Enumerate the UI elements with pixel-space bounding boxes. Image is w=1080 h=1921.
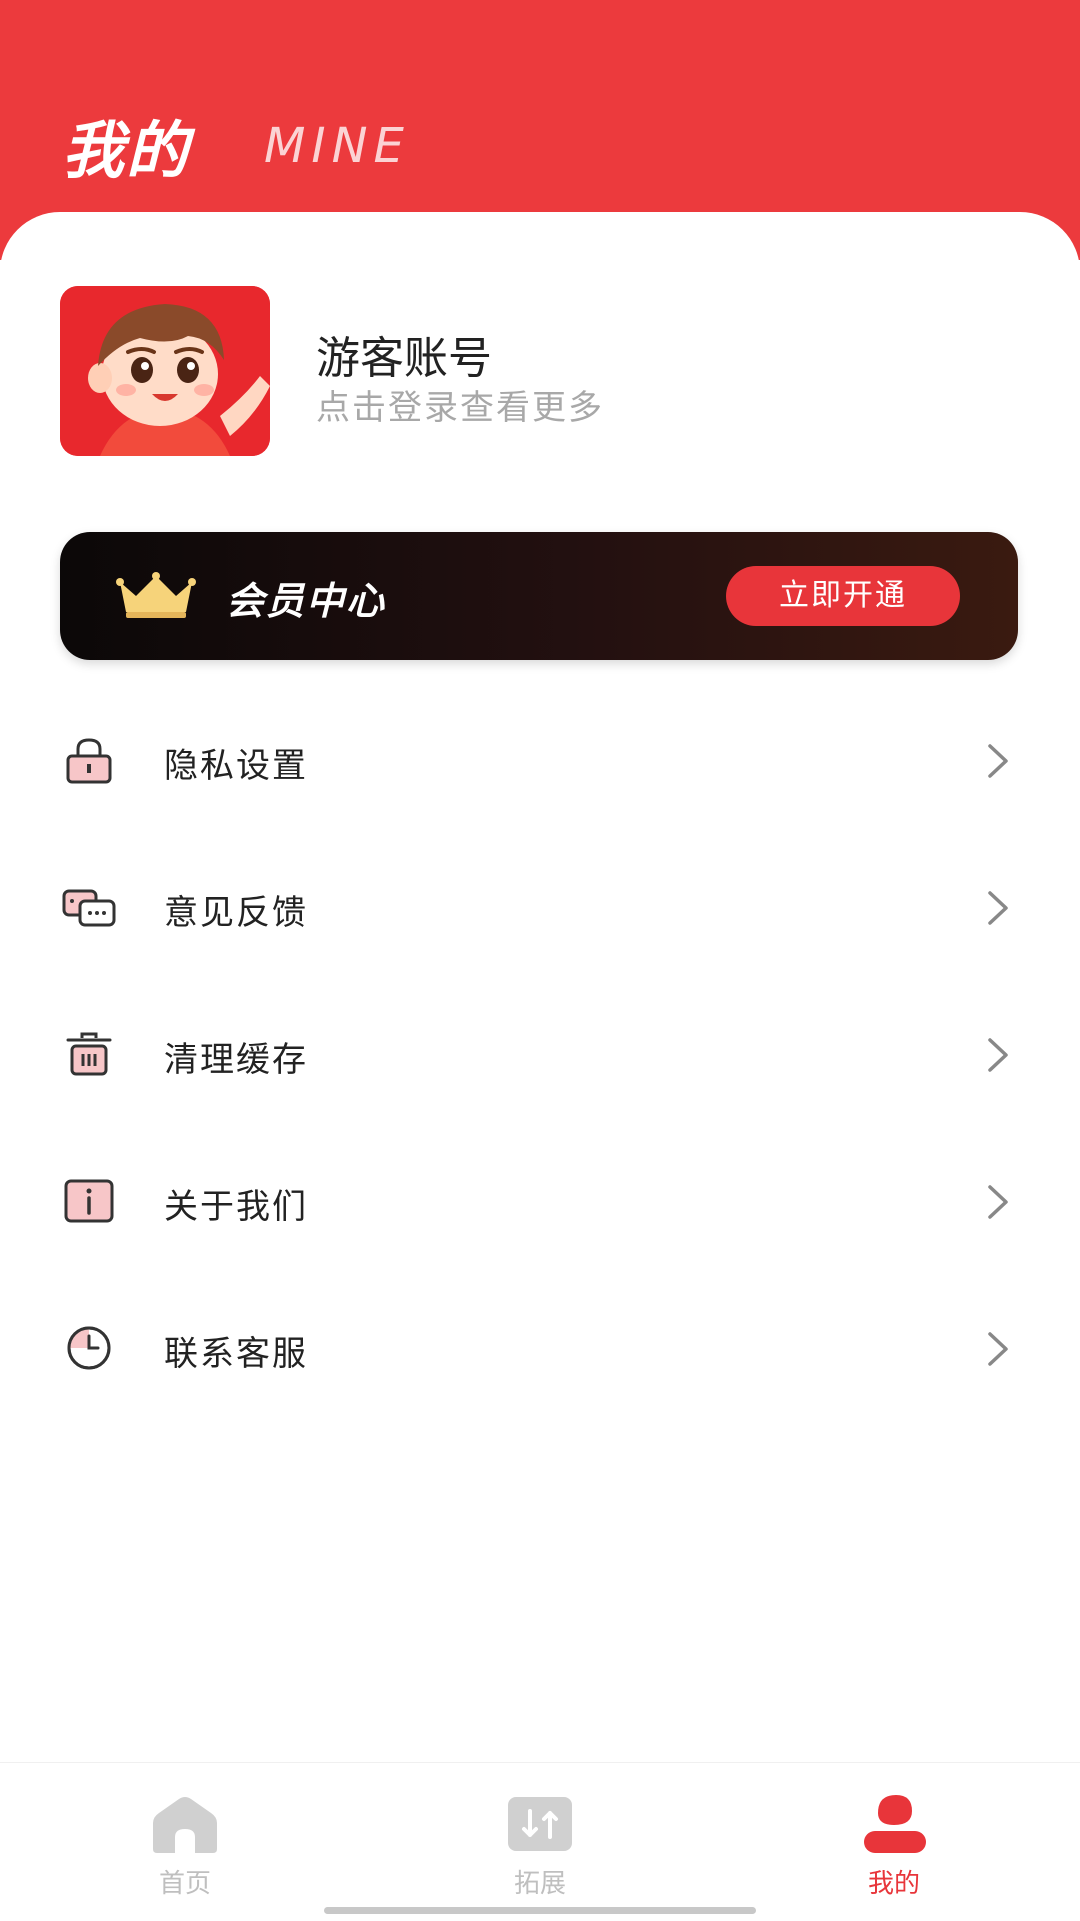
chevron-right-icon xyxy=(988,1185,1008,1219)
lock-icon xyxy=(66,738,112,784)
tab-label: 首页 xyxy=(158,1869,211,1899)
menu-item-customer-service[interactable]: 联系客服 xyxy=(0,1298,1080,1398)
crown-icon xyxy=(116,572,196,618)
expand-icon xyxy=(508,1797,572,1851)
menu-item-label: 隐私设置 xyxy=(164,746,308,786)
menu-item-feedback[interactable]: 意见反馈 xyxy=(0,857,1080,957)
menu-item-label: 联系客服 xyxy=(164,1334,308,1374)
chevron-right-icon xyxy=(988,744,1008,778)
chevron-right-icon xyxy=(988,891,1008,925)
menu-item-label: 关于我们 xyxy=(164,1187,308,1227)
vip-banner[interactable]: 会员中心 立即开通 xyxy=(60,532,1018,660)
home-indicator xyxy=(324,1907,756,1914)
tab-expand[interactable]: 拓展 xyxy=(440,1763,640,1903)
trash-icon xyxy=(66,1032,112,1076)
vip-title: 会员中心 xyxy=(226,579,387,623)
feedback-chat-icon xyxy=(62,889,116,927)
page-title: 我的 xyxy=(62,114,191,187)
home-icon xyxy=(153,1797,217,1853)
activate-vip-button[interactable]: 立即开通 xyxy=(726,566,960,626)
menu-item-about[interactable]: 关于我们 xyxy=(0,1151,1080,1251)
bottom-tab-bar: 首页 拓展 我的 xyxy=(0,1762,1080,1921)
tab-label: 我的 xyxy=(867,1869,920,1899)
login-hint[interactable]: 点击登录查看更多 xyxy=(316,380,604,429)
chevron-right-icon xyxy=(988,1038,1008,1072)
page-subtitle: MINE xyxy=(264,118,410,174)
menu-item-privacy[interactable]: 隐私设置 xyxy=(0,710,1080,810)
menu-item-label: 清理缓存 xyxy=(164,1040,308,1080)
menu-item-clear-cache[interactable]: 清理缓存 xyxy=(0,1004,1080,1104)
profile-name[interactable]: 游客账号 xyxy=(316,322,492,386)
avatar[interactable] xyxy=(60,286,270,456)
user-icon xyxy=(864,1795,926,1853)
tab-label: 拓展 xyxy=(513,1869,566,1899)
tab-home[interactable]: 首页 xyxy=(85,1763,285,1903)
tab-mine[interactable]: 我的 xyxy=(794,1763,994,1903)
info-icon xyxy=(64,1179,114,1223)
avatar-illustration-icon xyxy=(60,286,270,456)
menu-item-label: 意见反馈 xyxy=(164,893,308,933)
clock-service-icon xyxy=(67,1326,111,1370)
chevron-right-icon xyxy=(988,1332,1008,1366)
